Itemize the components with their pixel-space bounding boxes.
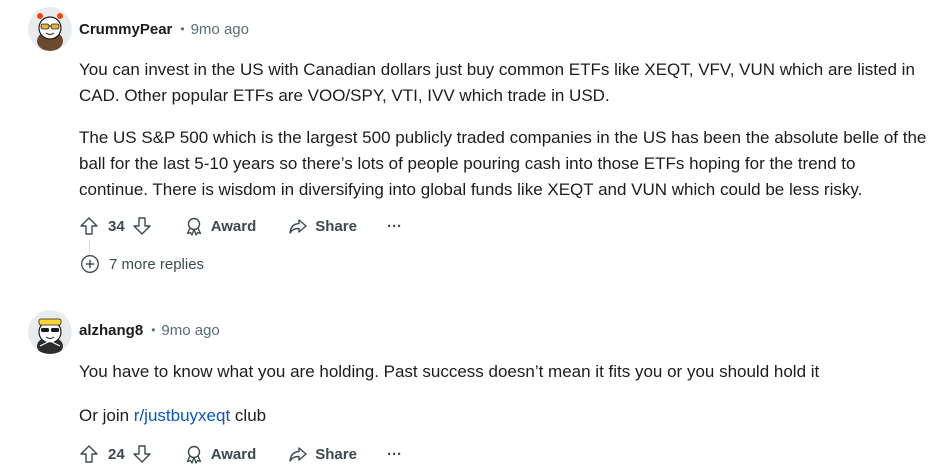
award-label: Award	[210, 445, 257, 463]
comment-paragraph: The US S&P 500 which is the largest 500 …	[79, 128, 927, 199]
comment: CrummyPear • 9mo ago You can invest in t…	[0, 0, 941, 290]
vote-score: 34	[108, 217, 125, 235]
avatar[interactable]	[28, 7, 72, 51]
vote-group: 24	[79, 444, 152, 464]
arrow-down-outline-icon	[132, 445, 151, 463]
award-button[interactable]: Award	[184, 216, 257, 236]
comment: alzhang8 • 9mo ago You have to know what…	[0, 300, 941, 468]
subreddit-link[interactable]: r/justbuyxeqt	[134, 406, 230, 425]
thread-line[interactable]	[89, 240, 90, 254]
comment-meta: CrummyPear • 9mo ago	[79, 19, 249, 39]
award-ribbon-icon	[186, 445, 201, 464]
plus-circle-icon	[81, 255, 99, 273]
meta-separator: •	[180, 22, 185, 36]
arrow-down-outline-icon	[132, 217, 151, 235]
share-arrow-icon	[289, 219, 307, 234]
award-button[interactable]: Award	[184, 444, 257, 464]
comment-meta: alzhang8 • 9mo ago	[79, 320, 220, 340]
share-label: Share	[315, 217, 357, 235]
arrow-up-outline-icon	[80, 217, 98, 235]
share-arrow-icon	[289, 447, 307, 462]
share-button[interactable]: Share	[288, 216, 357, 236]
timestamp[interactable]: 9mo ago	[191, 21, 249, 38]
downvote-button[interactable]	[132, 216, 152, 236]
downvote-button[interactable]	[132, 444, 152, 464]
paragraph-text: club	[230, 406, 267, 425]
more-replies-label: 7 more replies	[109, 255, 205, 273]
more-replies-button[interactable]: 7 more replies	[80, 254, 204, 274]
comment-actions: 24 Award Share ···	[79, 439, 402, 469]
paragraph-text: Or join	[79, 406, 134, 425]
vote-group: 34	[79, 216, 152, 236]
share-button[interactable]: Share	[288, 444, 357, 464]
arrow-up-outline-icon	[80, 445, 98, 463]
timestamp[interactable]: 9mo ago	[161, 322, 219, 339]
more-options-button[interactable]: ···	[387, 446, 402, 463]
award-ribbon-icon	[186, 217, 201, 236]
vote-score: 24	[108, 445, 125, 463]
share-label: Share	[315, 445, 357, 463]
username[interactable]: alzhang8	[79, 322, 143, 339]
username[interactable]: CrummyPear	[79, 21, 172, 38]
meta-separator: •	[151, 323, 156, 337]
avatar[interactable]	[28, 310, 72, 354]
comment-actions: 34 Award Share ···	[79, 211, 402, 241]
comment-paragraph: You can invest in the US with Canadian d…	[79, 60, 915, 105]
upvote-button[interactable]	[79, 444, 99, 464]
comment-paragraph: Or join r/justbuyxeqt club	[79, 403, 929, 429]
more-options-button[interactable]: ···	[387, 218, 402, 235]
upvote-button[interactable]	[79, 216, 99, 236]
award-label: Award	[210, 217, 257, 235]
comment-paragraph: You have to know what you are holding. P…	[79, 362, 820, 381]
